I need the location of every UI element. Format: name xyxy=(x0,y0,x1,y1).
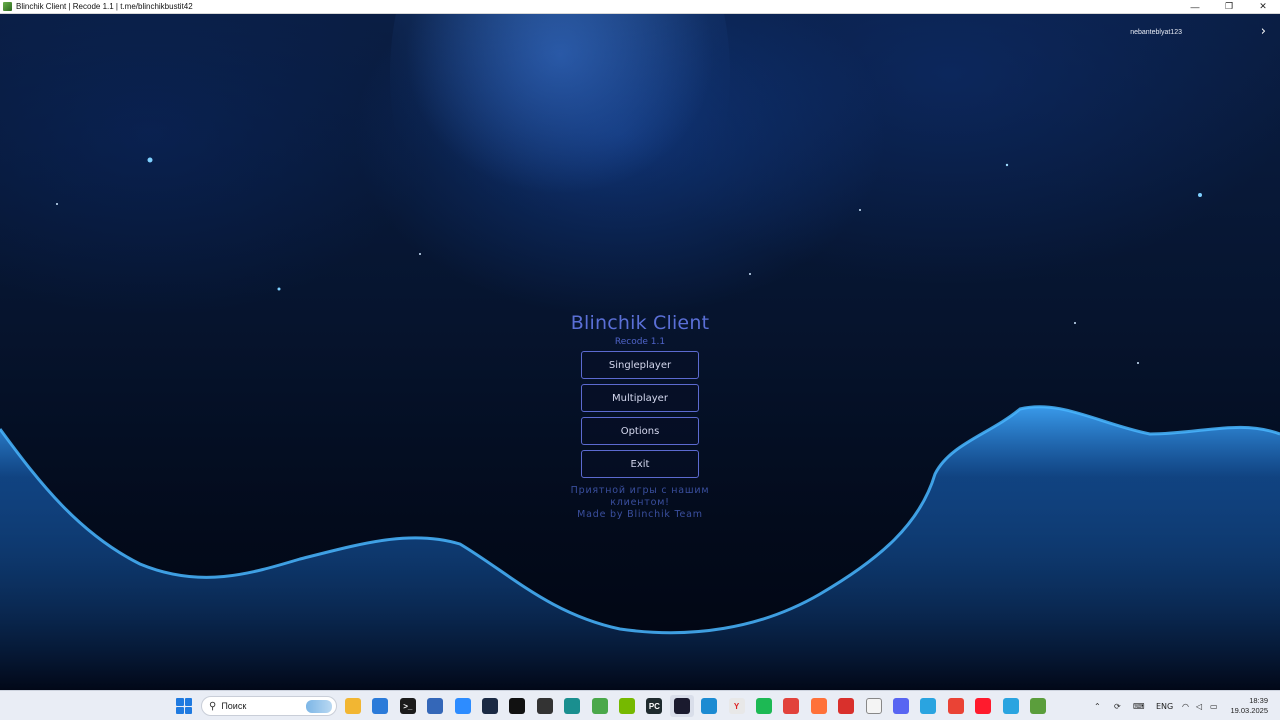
window-title-bar: Blinchik Client | Recode 1.1 | t.me/blin… xyxy=(0,0,1280,14)
store-icon[interactable] xyxy=(372,698,389,714)
show-hidden-icons[interactable]: ⌃ xyxy=(1094,691,1101,720)
multiplayer-button[interactable]: Multiplayer xyxy=(581,384,699,412)
terminal-icon[interactable]: >_ xyxy=(399,698,416,714)
search-highlight-image xyxy=(306,700,332,713)
game-viewport: nebanteblyat123 › Blinchik Client Recode… xyxy=(0,14,1280,690)
play-app-icon[interactable] xyxy=(591,698,608,714)
firefox-icon[interactable] xyxy=(810,698,827,714)
taskbar-search[interactable]: ⚲ Поиск xyxy=(201,696,337,716)
battery-icon[interactable]: ▭ xyxy=(1210,691,1218,720)
chrome-icon[interactable] xyxy=(947,698,964,714)
clock[interactable]: 18:39 19.03.2025 xyxy=(1230,696,1268,716)
client-title: Blinchik Client xyxy=(570,312,710,334)
intellij-icon[interactable] xyxy=(673,698,690,714)
tray-app-icon[interactable]: ⟳ xyxy=(1114,691,1121,720)
github-icon[interactable] xyxy=(865,698,882,714)
app-icon xyxy=(3,2,12,11)
wifi-icon[interactable]: ◠ xyxy=(1182,691,1189,720)
edge-icon[interactable] xyxy=(701,698,718,714)
windows-start-icon[interactable] xyxy=(176,698,192,714)
media-app-icon[interactable] xyxy=(564,698,581,714)
maximize-button[interactable]: ❐ xyxy=(1212,0,1246,14)
language-indicator[interactable]: ENG xyxy=(1156,691,1173,720)
welcome-note: Приятной игры с нашим клиентом! xyxy=(570,485,710,508)
client-version: Recode 1.1 xyxy=(614,337,666,347)
options-button[interactable]: Options xyxy=(581,417,699,445)
volume-icon[interactable]: ◁ xyxy=(1196,691,1202,720)
taskbar: ⚲ Поиск >_ PC Y ⌃ ⟳ ⌨ ENG ◠ ◁ ▭ 18:39 19.0… xyxy=(0,690,1280,720)
search-icon: ⚲ xyxy=(209,700,217,712)
nvidia-broadcast-icon[interactable] xyxy=(536,698,553,714)
window-title: Blinchik Client | Recode 1.1 | t.me/blin… xyxy=(16,2,193,11)
telegram-icon[interactable] xyxy=(920,698,937,714)
nvidia-icon[interactable] xyxy=(619,698,635,714)
notepad-icon[interactable] xyxy=(427,698,444,714)
clock-time: 18:39 xyxy=(1249,696,1268,705)
singleplayer-button[interactable]: Singleplayer xyxy=(581,351,699,379)
main-menu: Blinchik Client Recode 1.1 Singleplayer … xyxy=(540,312,740,521)
zoom-icon[interactable] xyxy=(454,698,471,714)
anydesk-red-icon[interactable] xyxy=(838,698,855,714)
keyboard-icon[interactable]: ⌨ xyxy=(1133,691,1145,720)
search-placeholder: Поиск xyxy=(221,701,247,711)
chevron-right-icon[interactable]: › xyxy=(1261,24,1266,39)
pycharm-icon[interactable]: PC xyxy=(646,698,663,714)
spotify-icon[interactable] xyxy=(756,698,772,714)
minecraft-icon[interactable] xyxy=(1030,698,1046,714)
steam-icon[interactable] xyxy=(482,698,498,714)
file-explorer-icon[interactable] xyxy=(345,698,361,714)
opera-icon[interactable] xyxy=(975,698,992,714)
discord-icon[interactable] xyxy=(893,698,909,714)
yandex-icon[interactable]: Y xyxy=(728,698,745,714)
close-button[interactable]: ✕ xyxy=(1246,0,1280,14)
username-label: nebanteblyat123 xyxy=(1130,29,1182,36)
credits-note: Made by Blinchik Team xyxy=(577,509,703,520)
telegram-2-icon[interactable] xyxy=(1002,698,1019,714)
clock-date: 19.03.2025 xyxy=(1230,706,1268,715)
anydesk-icon[interactable] xyxy=(783,698,800,714)
exit-button[interactable]: Exit xyxy=(581,450,699,478)
minimize-button[interactable]: — xyxy=(1178,0,1212,14)
capcut-icon[interactable] xyxy=(509,698,526,714)
